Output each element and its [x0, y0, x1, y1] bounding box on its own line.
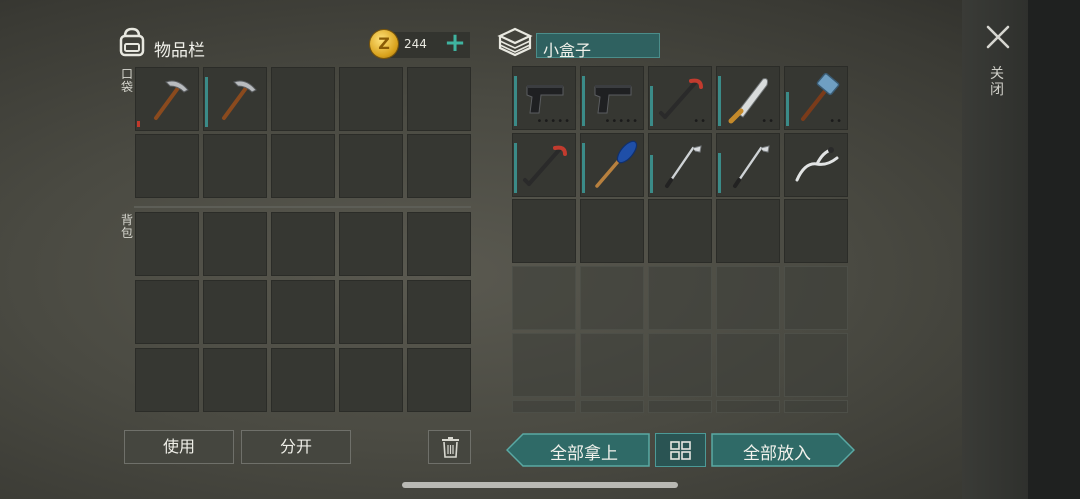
- inventory-slot[interactable]: [135, 134, 199, 198]
- close-icon[interactable]: [985, 24, 1011, 50]
- inventory-slot[interactable]: [648, 266, 712, 330]
- inventory-slot[interactable]: [407, 348, 471, 412]
- handlebar-icon: [795, 147, 839, 182]
- crowbar-icon: [523, 145, 567, 186]
- inventory-slot[interactable]: [271, 348, 335, 412]
- container-name-field[interactable]: 小盒子: [536, 33, 660, 60]
- inventory-slot[interactable]: [512, 400, 576, 413]
- inventory-slot[interactable]: [784, 199, 848, 263]
- inventory-title: 物品栏: [154, 41, 205, 61]
- trash-icon: [442, 437, 459, 458]
- inventory-slot[interactable]: [716, 266, 780, 330]
- pockets-label: 口袋: [120, 67, 133, 94]
- box-icon: [497, 27, 533, 57]
- inventory-slot[interactable]: [580, 133, 644, 197]
- inventory-slot[interactable]: [784, 266, 848, 330]
- coin-icon: Z: [370, 30, 398, 58]
- inventory-slot[interactable]: [407, 67, 471, 131]
- inventory-slot[interactable]: [580, 199, 644, 263]
- inventory-slot[interactable]: [203, 280, 267, 344]
- inventory-slot[interactable]: [784, 333, 848, 397]
- put-all-label: 全部放入: [743, 444, 811, 464]
- inventory-slot[interactable]: [407, 280, 471, 344]
- sort-button[interactable]: [655, 433, 706, 467]
- inventory-slot[interactable]: [716, 133, 780, 197]
- inventory-slot[interactable]: [339, 212, 403, 276]
- inventory-slot[interactable]: [648, 400, 712, 413]
- inventory-slot[interactable]: [203, 212, 267, 276]
- inventory-slot[interactable]: [339, 134, 403, 198]
- inventory-slot[interactable]: [203, 348, 267, 412]
- pickaxe-icon: [222, 80, 257, 120]
- inventory-slot[interactable]: [271, 212, 335, 276]
- golf-club-icon: [665, 145, 702, 188]
- pickaxe-icon: [154, 80, 189, 120]
- grid-sort-icon: [670, 441, 691, 460]
- trash-button[interactable]: [428, 430, 471, 464]
- inventory-slot[interactable]: [271, 67, 335, 131]
- inventory-slot[interactable]: [203, 67, 267, 131]
- golf-club-icon: [733, 145, 770, 188]
- inventory-slot[interactable]: ••: [716, 66, 780, 130]
- inventory-slot[interactable]: [203, 134, 267, 198]
- inventory-slot[interactable]: [135, 67, 199, 131]
- inventory-slot[interactable]: [339, 67, 403, 131]
- inventory-slot[interactable]: [784, 400, 848, 413]
- inventory-slot[interactable]: ••: [784, 66, 848, 130]
- inventory-slot[interactable]: [716, 333, 780, 397]
- inventory-slot[interactable]: [271, 134, 335, 198]
- inventory-slot[interactable]: [648, 333, 712, 397]
- split-button[interactable]: 分开: [241, 430, 351, 464]
- inventory-slot[interactable]: ••: [648, 66, 712, 130]
- use-button[interactable]: 使用: [124, 430, 234, 464]
- inventory-slot[interactable]: [512, 333, 576, 397]
- inventory-slot[interactable]: [512, 266, 576, 330]
- inventory-slot[interactable]: [407, 212, 471, 276]
- backpack-icon: [119, 27, 145, 57]
- screen-edge: [1028, 0, 1080, 499]
- inventory-slot[interactable]: [512, 199, 576, 263]
- inventory-slot[interactable]: [784, 133, 848, 197]
- inventory-slot[interactable]: [716, 199, 780, 263]
- take-all-button[interactable]: 全部拿上: [506, 433, 650, 467]
- inventory-slot[interactable]: [339, 280, 403, 344]
- inventory-slot[interactable]: [512, 133, 576, 197]
- close-label[interactable]: 关闭: [990, 66, 1004, 98]
- add-coins-button[interactable]: +: [443, 30, 467, 56]
- inventory-slot[interactable]: [407, 134, 471, 198]
- inventory-divider: [134, 206, 471, 208]
- inventory-slot[interactable]: [135, 280, 199, 344]
- take-all-label: 全部拿上: [550, 444, 618, 464]
- inventory-slot[interactable]: [135, 212, 199, 276]
- inventory-slot[interactable]: •••••: [512, 66, 576, 130]
- inventory-slot[interactable]: [580, 400, 644, 413]
- inventory-slot[interactable]: [271, 280, 335, 344]
- home-indicator[interactable]: [402, 482, 678, 488]
- inventory-slot[interactable]: [580, 266, 644, 330]
- inventory-slot[interactable]: •••••: [580, 66, 644, 130]
- inventory-slot[interactable]: [580, 333, 644, 397]
- inventory-slot[interactable]: [339, 348, 403, 412]
- inventory-slot[interactable]: [716, 400, 780, 413]
- inventory-slot[interactable]: [648, 199, 712, 263]
- backpack-label: 背包: [120, 213, 133, 240]
- inventory-slot[interactable]: [135, 348, 199, 412]
- put-all-button[interactable]: 全部放入: [711, 433, 855, 467]
- inventory-slot[interactable]: [648, 133, 712, 197]
- coin-count: 244: [404, 37, 427, 51]
- oar-icon: [595, 140, 638, 188]
